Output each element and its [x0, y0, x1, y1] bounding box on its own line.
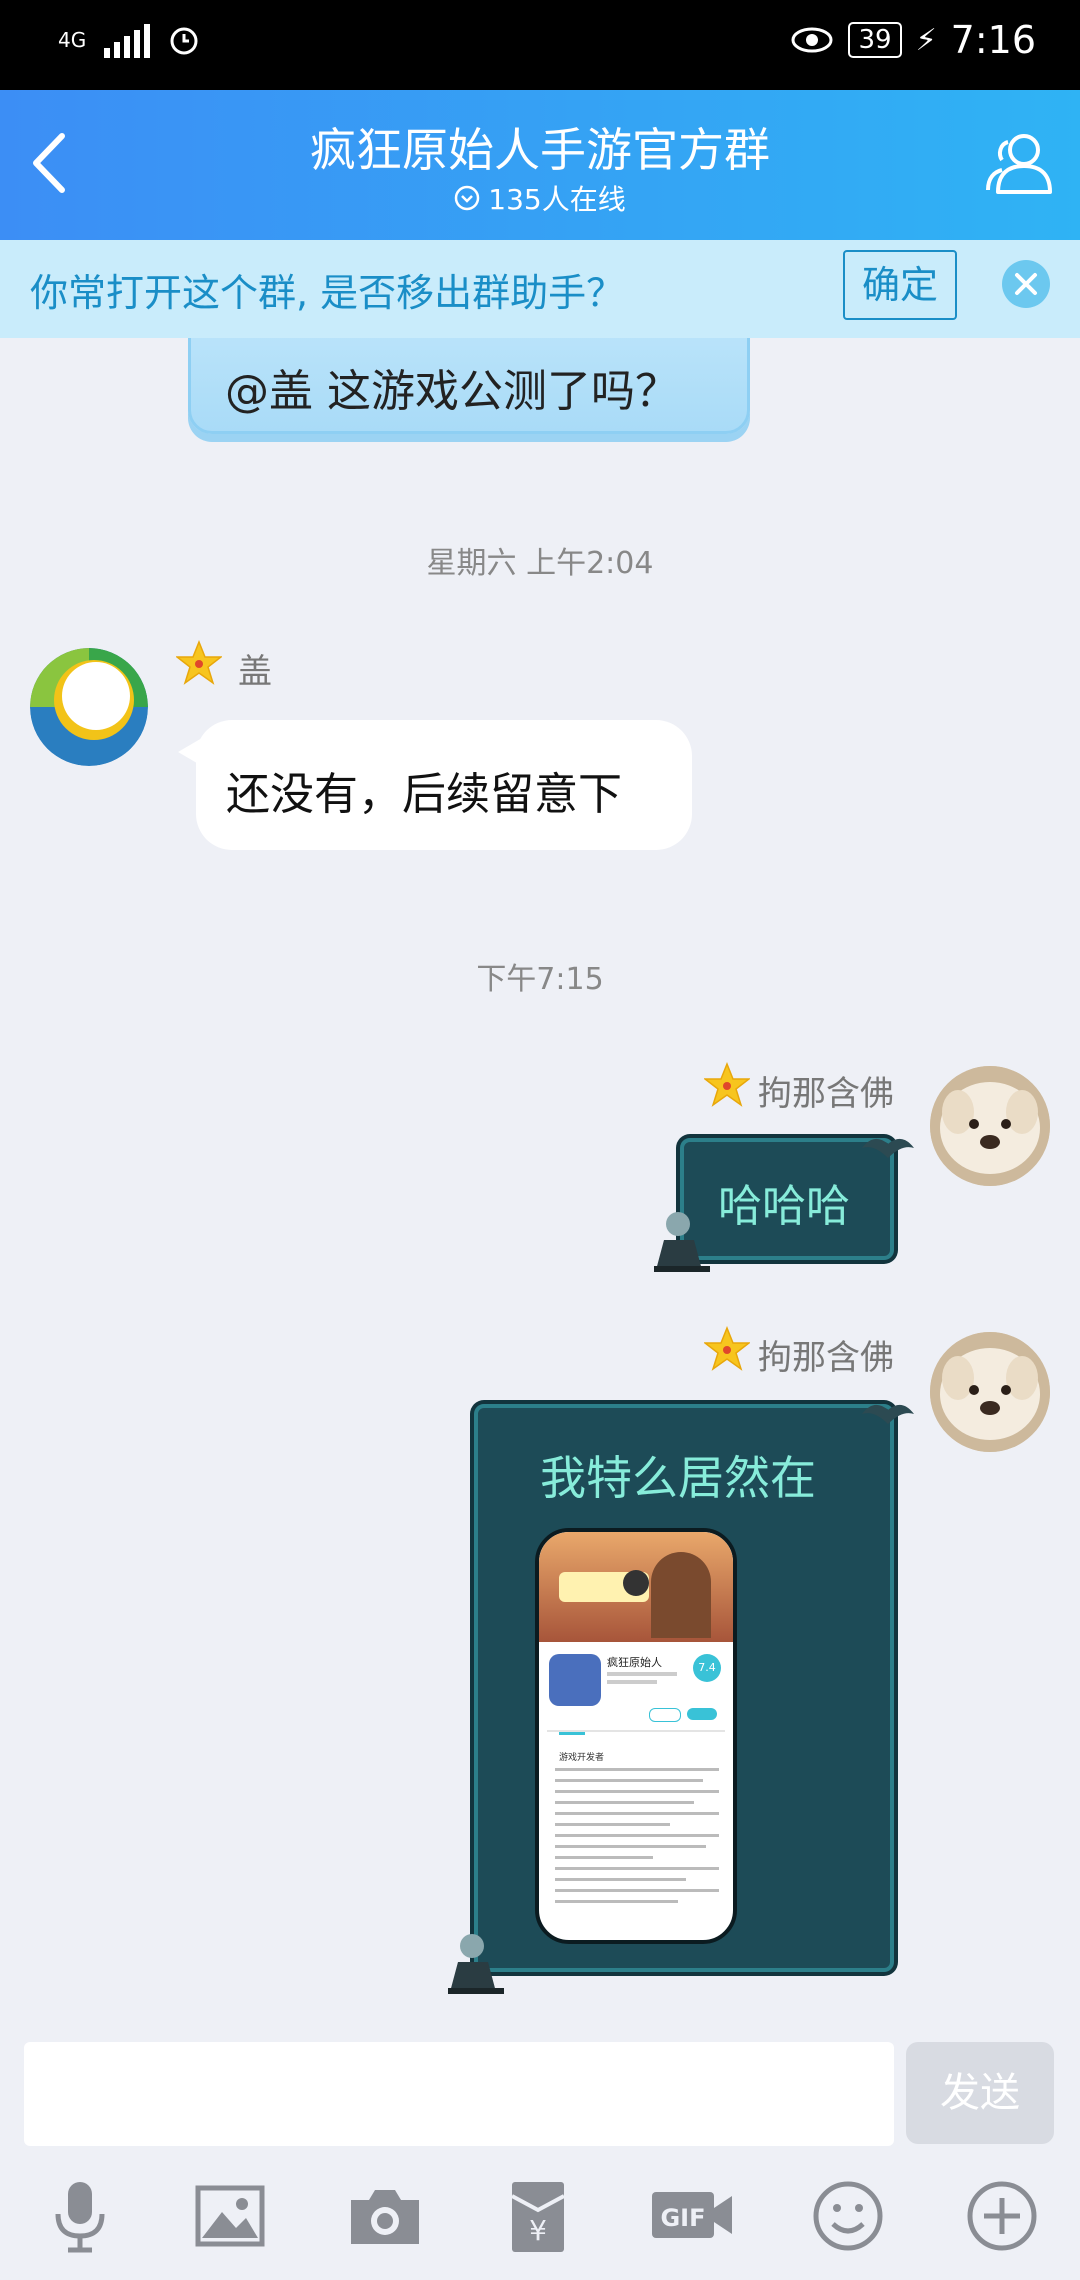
close-icon[interactable] [1002, 260, 1050, 308]
app-icon [549, 1654, 601, 1706]
notice-text: 你常打开这个群, 是否移出群助手？ [30, 271, 625, 315]
rating-badge: 7.4 [693, 1654, 721, 1682]
image-icon[interactable] [190, 2176, 270, 2256]
timestamp: 下午7:15 [476, 962, 604, 997]
sender-name: 拘那含佛 [758, 1338, 894, 1378]
red-packet-icon[interactable]: ¥ [498, 2176, 578, 2256]
signal-icon [104, 22, 151, 58]
confirm-button[interactable]: 确定 [843, 250, 957, 320]
emoji-icon[interactable] [808, 2176, 888, 2256]
sender-name: 拘那含佛 [758, 1074, 894, 1114]
clock: 7:16 [950, 18, 1036, 62]
image-attachment[interactable]: 疯狂原始人 7.4 游戏开发者 [535, 1528, 737, 1944]
message-bubble-prev[interactable]: @盖 这游戏公测了吗？ [188, 338, 750, 434]
chevron-circle-icon [455, 185, 480, 211]
bat-decoration-icon [862, 1404, 914, 1424]
plus-icon[interactable] [962, 2176, 1042, 2256]
message-list[interactable]: @盖 这游戏公测了吗？ 星期六 上午2:04 盖 还没有，后续留意下 下午7:1… [0, 338, 1080, 2038]
network-type: 4G [58, 28, 87, 52]
bubble-decoration-icon [448, 1934, 504, 1994]
star-icon [704, 1062, 750, 1107]
gif-icon[interactable]: GIF [650, 2176, 734, 2256]
avatar[interactable] [930, 1332, 1050, 1452]
alarm-icon [170, 27, 198, 55]
svg-text:¥: ¥ [529, 2214, 547, 2247]
star-icon [704, 1326, 750, 1371]
message-text: @盖 这游戏公测了吗？ [225, 366, 679, 417]
avatar[interactable] [30, 648, 148, 766]
section-title: 游戏开发者 [559, 1753, 605, 1763]
online-count-label: 135人在线 [488, 183, 626, 216]
input-bar: 发送 ¥ GIF [0, 2038, 1080, 2280]
app-name: 疯狂原始人 [607, 1656, 662, 1669]
online-count[interactable]: 135人在线 [0, 178, 1080, 218]
message-input[interactable] [24, 2042, 894, 2146]
group-members-icon[interactable] [978, 124, 1058, 204]
message-text: 哈哈哈 [718, 1181, 850, 1232]
banner-image [539, 1532, 733, 1642]
send-button[interactable]: 发送 [906, 2042, 1054, 2144]
message-bubble[interactable]: 还没有，后续留意下 [196, 720, 692, 850]
eye-icon [791, 27, 833, 53]
mic-icon[interactable] [40, 2176, 120, 2256]
avatar[interactable] [930, 1066, 1050, 1186]
message-text: 我特么居然在 [540, 1451, 816, 1505]
camera-icon[interactable] [345, 2176, 425, 2256]
svg-text:GIF: GIF [660, 2204, 705, 2232]
sender-name: 盖 [238, 652, 272, 692]
toolbar: ¥ GIF [0, 2176, 1080, 2256]
text-lines [555, 1768, 719, 1911]
chat-header: 疯狂原始人手游官方群 135人在线 [0, 90, 1080, 240]
timestamp: 星期六 上午2:04 [426, 546, 654, 581]
status-bar: 4G 39 ⚡ 7:16 [0, 0, 1080, 90]
group-helper-notice: 你常打开这个群, 是否移出群助手？ 确定 [0, 240, 1080, 338]
message-text: 还没有，后续留意下 [226, 769, 622, 820]
bat-decoration-icon [862, 1138, 914, 1158]
bubble-decoration-icon [654, 1212, 710, 1272]
charging-icon: ⚡ [915, 22, 937, 58]
battery-level: 39 [848, 22, 902, 58]
star-icon [176, 640, 222, 685]
group-title: 疯狂原始人手游官方群 [310, 123, 770, 177]
